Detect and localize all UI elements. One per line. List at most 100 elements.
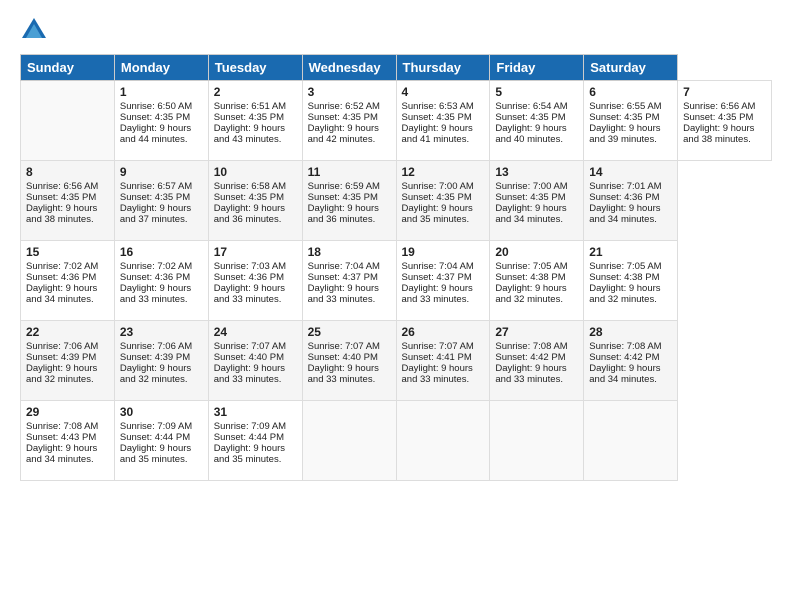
- header: [20, 16, 772, 44]
- day-cell: 1Sunrise: 6:50 AMSunset: 4:35 PMDaylight…: [114, 81, 208, 161]
- day-number: 23: [120, 325, 203, 339]
- day-number: 30: [120, 405, 203, 419]
- day-number: 1: [120, 85, 203, 99]
- sunrise-label: Sunrise: 7:01 AM: [589, 181, 661, 192]
- day-cell: 15Sunrise: 7:02 AMSunset: 4:36 PMDayligh…: [21, 241, 115, 321]
- sunset-label: Sunset: 4:41 PM: [402, 352, 472, 363]
- day-header-friday: Friday: [490, 55, 584, 81]
- sunset-label: Sunset: 4:39 PM: [26, 352, 96, 363]
- daylight-label: Daylight: 9 hours and 33 minutes.: [402, 363, 473, 385]
- day-cell: 8Sunrise: 6:56 AMSunset: 4:35 PMDaylight…: [21, 161, 115, 241]
- sunrise-label: Sunrise: 7:05 AM: [589, 261, 661, 272]
- day-number: 19: [402, 245, 485, 259]
- calendar-body: 1Sunrise: 6:50 AMSunset: 4:35 PMDaylight…: [21, 81, 772, 481]
- daylight-label: Daylight: 9 hours and 36 minutes.: [308, 203, 379, 225]
- day-cell: 22 Sunrise: 7:06 AMSunset: 4:39 PMDayligh…: [21, 321, 115, 401]
- calendar-table: SundayMondayTuesdayWednesdayThursdayFrid…: [20, 54, 772, 481]
- day-number: 26: [402, 325, 485, 339]
- day-number: 21: [589, 245, 672, 259]
- daylight-label: Daylight: 9 hours and 34 minutes.: [495, 203, 566, 225]
- day-cell: 20Sunrise: 7:05 AMSunset: 4:38 PMDayligh…: [490, 241, 584, 321]
- sunrise-label: Sunrise: 7:06 AM: [26, 341, 98, 352]
- sunrise-label: Sunrise: 6:56 AM: [26, 181, 98, 192]
- daylight-label: Daylight: 9 hours and 34 minutes.: [589, 363, 660, 385]
- day-number: 20: [495, 245, 578, 259]
- sunset-label: Sunset: 4:39 PM: [120, 352, 190, 363]
- sunset-label: Sunset: 4:35 PM: [26, 192, 96, 203]
- day-number: 6: [589, 85, 672, 99]
- sunset-label: Sunset: 4:35 PM: [120, 192, 190, 203]
- day-cell: 9Sunrise: 6:57 AMSunset: 4:35 PMDaylight…: [114, 161, 208, 241]
- day-number: 8: [26, 165, 109, 179]
- day-cell: 7Sunrise: 6:56 AMSunset: 4:35 PMDaylight…: [678, 81, 772, 161]
- day-cell: 19Sunrise: 7:04 AMSunset: 4:37 PMDayligh…: [396, 241, 490, 321]
- sunset-label: Sunset: 4:42 PM: [495, 352, 565, 363]
- day-number: 29: [26, 405, 109, 419]
- day-number: 22: [26, 325, 109, 339]
- day-cell: 5Sunrise: 6:54 AMSunset: 4:35 PMDaylight…: [490, 81, 584, 161]
- sunrise-label: Sunrise: 6:51 AM: [214, 101, 286, 112]
- sunrise-label: Sunrise: 7:09 AM: [214, 421, 286, 432]
- daylight-label: Daylight: 9 hours and 40 minutes.: [495, 123, 566, 145]
- day-cell: 14Sunrise: 7:01 AMSunset: 4:36 PMDayligh…: [584, 161, 678, 241]
- week-row-5: 29Sunrise: 7:08 AMSunset: 4:43 PMDayligh…: [21, 401, 772, 481]
- day-header-wednesday: Wednesday: [302, 55, 396, 81]
- logo-icon: [20, 16, 48, 44]
- sunrise-label: Sunrise: 7:06 AM: [120, 341, 192, 352]
- sunset-label: Sunset: 4:35 PM: [308, 112, 378, 123]
- day-cell: 26Sunrise: 7:07 AMSunset: 4:41 PMDayligh…: [396, 321, 490, 401]
- day-cell: 10Sunrise: 6:58 AMSunset: 4:35 PMDayligh…: [208, 161, 302, 241]
- daylight-label: Daylight: 9 hours and 32 minutes.: [26, 363, 97, 385]
- day-number: 14: [589, 165, 672, 179]
- sunset-label: Sunset: 4:37 PM: [308, 272, 378, 283]
- sunset-label: Sunset: 4:36 PM: [120, 272, 190, 283]
- day-cell: 6Sunrise: 6:55 AMSunset: 4:35 PMDaylight…: [584, 81, 678, 161]
- day-cell: 13Sunrise: 7:00 AMSunset: 4:35 PMDayligh…: [490, 161, 584, 241]
- empty-cell: [21, 81, 115, 161]
- sunrise-label: Sunrise: 7:02 AM: [120, 261, 192, 272]
- daylight-label: Daylight: 9 hours and 33 minutes.: [214, 363, 285, 385]
- sunset-label: Sunset: 4:43 PM: [26, 432, 96, 443]
- sunrise-label: Sunrise: 6:55 AM: [589, 101, 661, 112]
- sunrise-label: Sunrise: 7:08 AM: [495, 341, 567, 352]
- sunset-label: Sunset: 4:36 PM: [589, 192, 659, 203]
- day-header-monday: Monday: [114, 55, 208, 81]
- sunrise-label: Sunrise: 6:58 AM: [214, 181, 286, 192]
- daylight-label: Daylight: 9 hours and 35 minutes.: [214, 443, 285, 465]
- logo: [20, 16, 52, 44]
- day-number: 18: [308, 245, 391, 259]
- day-cell: 25Sunrise: 7:07 AMSunset: 4:40 PMDayligh…: [302, 321, 396, 401]
- sunrise-label: Sunrise: 7:00 AM: [495, 181, 567, 192]
- sunrise-label: Sunrise: 6:54 AM: [495, 101, 567, 112]
- week-row-3: 15Sunrise: 7:02 AMSunset: 4:36 PMDayligh…: [21, 241, 772, 321]
- week-row-1: 1Sunrise: 6:50 AMSunset: 4:35 PMDaylight…: [21, 81, 772, 161]
- daylight-label: Daylight: 9 hours and 34 minutes.: [26, 283, 97, 305]
- daylight-label: Daylight: 9 hours and 35 minutes.: [120, 443, 191, 465]
- daylight-label: Daylight: 9 hours and 37 minutes.: [120, 203, 191, 225]
- sunrise-label: Sunrise: 6:53 AM: [402, 101, 474, 112]
- day-number: 27: [495, 325, 578, 339]
- day-cell: 21Sunrise: 7:05 AMSunset: 4:38 PMDayligh…: [584, 241, 678, 321]
- day-number: 12: [402, 165, 485, 179]
- day-number: 11: [308, 165, 391, 179]
- day-cell: 4Sunrise: 6:53 AMSunset: 4:35 PMDaylight…: [396, 81, 490, 161]
- sunset-label: Sunset: 4:44 PM: [120, 432, 190, 443]
- sunrise-label: Sunrise: 6:59 AM: [308, 181, 380, 192]
- day-number: 13: [495, 165, 578, 179]
- calendar-header: SundayMondayTuesdayWednesdayThursdayFrid…: [21, 55, 772, 81]
- day-number: 24: [214, 325, 297, 339]
- daylight-label: Daylight: 9 hours and 33 minutes.: [495, 363, 566, 385]
- sunset-label: Sunset: 4:44 PM: [214, 432, 284, 443]
- sunset-label: Sunset: 4:35 PM: [683, 112, 753, 123]
- day-number: 17: [214, 245, 297, 259]
- sunset-label: Sunset: 4:37 PM: [402, 272, 472, 283]
- sunrise-label: Sunrise: 7:03 AM: [214, 261, 286, 272]
- sunset-label: Sunset: 4:35 PM: [402, 192, 472, 203]
- sunset-label: Sunset: 4:35 PM: [214, 192, 284, 203]
- daylight-label: Daylight: 9 hours and 41 minutes.: [402, 123, 473, 145]
- day-cell: 31Sunrise: 7:09 AMSunset: 4:44 PMDayligh…: [208, 401, 302, 481]
- daylight-label: Daylight: 9 hours and 33 minutes.: [308, 283, 379, 305]
- day-cell: 12Sunrise: 7:00 AMSunset: 4:35 PMDayligh…: [396, 161, 490, 241]
- sunrise-label: Sunrise: 7:07 AM: [214, 341, 286, 352]
- sunset-label: Sunset: 4:36 PM: [26, 272, 96, 283]
